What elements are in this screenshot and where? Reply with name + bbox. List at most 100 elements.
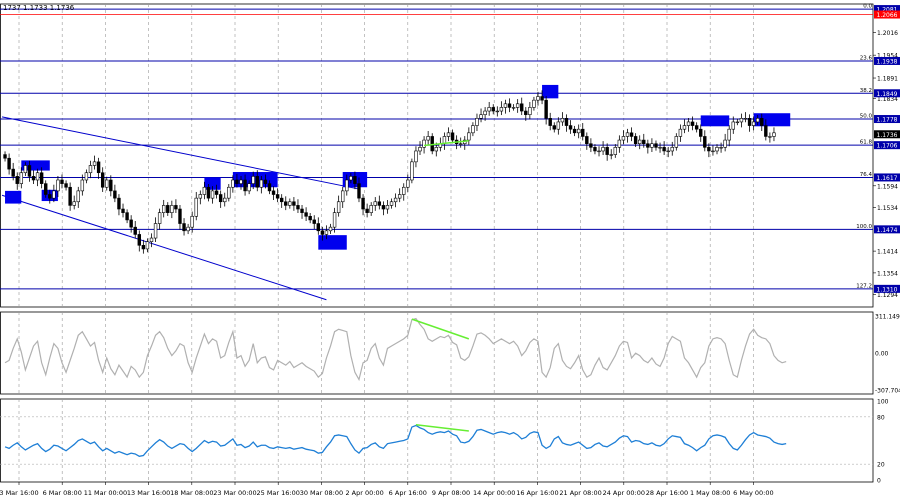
candle [450, 132, 455, 141]
candle [629, 132, 634, 137]
candle [597, 150, 601, 153]
candle [471, 125, 475, 134]
candle [296, 205, 300, 210]
chart-canvas[interactable]: 0.0 23.6 38.2 50.0 61.8 76.4 100.0 127.2 311.14… [0, 0, 900, 500]
candle [320, 230, 325, 235]
candle [271, 190, 276, 195]
candle [279, 197, 284, 203]
candle [389, 201, 394, 206]
candle [515, 103, 520, 108]
candle [284, 201, 288, 206]
candle [735, 121, 740, 124]
candle [715, 147, 719, 152]
candle [190, 215, 194, 228]
fib-ratio-label: 61.8 [860, 140, 873, 146]
time-label: 1 May 08:00 [690, 489, 730, 497]
candle [540, 96, 544, 101]
price-level-label: 1.1938 [877, 58, 898, 65]
candle [621, 136, 626, 141]
candle [760, 118, 764, 126]
candle [377, 201, 382, 206]
candle [223, 197, 227, 203]
candle [288, 201, 292, 206]
candle [654, 143, 658, 148]
candle [768, 136, 772, 138]
candle [52, 190, 56, 199]
candle [536, 96, 540, 101]
candle [35, 172, 40, 181]
cci-tick-label: 0.00 [875, 351, 889, 358]
time-label: 24 Apr 00:00 [603, 489, 645, 497]
rsi-tick-label: 0 [877, 478, 881, 485]
candle [72, 201, 76, 206]
candle [259, 179, 264, 188]
candle [520, 103, 524, 112]
candle [292, 201, 296, 206]
candle [650, 143, 654, 148]
candle [564, 118, 569, 126]
candle [153, 223, 158, 239]
candle [617, 139, 622, 148]
candle [109, 179, 113, 192]
candle [678, 128, 683, 137]
candle [475, 118, 479, 126]
candle [231, 179, 235, 188]
candle [80, 179, 85, 192]
candle [56, 179, 60, 192]
candle [267, 183, 272, 192]
candle [658, 147, 662, 149]
candle [642, 139, 646, 145]
candle [324, 230, 329, 235]
candle [3, 154, 7, 159]
candle [100, 172, 105, 188]
candle [210, 190, 215, 199]
candle [483, 110, 487, 115]
candle [96, 161, 101, 174]
time-label: 11 Mar 00:00 [84, 489, 127, 497]
candle [308, 215, 312, 221]
candle [369, 205, 373, 213]
candle [674, 136, 679, 148]
candle [227, 186, 231, 199]
candle [723, 139, 727, 148]
candle [7, 157, 11, 170]
candle [576, 128, 581, 134]
candle [255, 176, 259, 188]
time-label: 13 Mar 16:00 [127, 489, 170, 497]
candle [772, 132, 776, 137]
candle [23, 165, 28, 174]
candle [731, 121, 735, 130]
candle [15, 176, 19, 184]
candle [585, 136, 589, 145]
highlight-box [5, 190, 22, 204]
candle [402, 186, 406, 195]
candle [605, 147, 609, 155]
time-label: 23 Mar 00:00 [213, 489, 256, 497]
candle [524, 110, 528, 115]
candle [357, 183, 361, 199]
candle [528, 107, 532, 115]
candle [76, 190, 80, 203]
trading-chart-window: 0.0 23.6 38.2 50.0 61.8 76.4 100.0 127.2 311.14… [0, 0, 900, 500]
time-label: 6 Apr 16:00 [389, 489, 427, 497]
candle [44, 183, 48, 195]
time-label: 25 Mar 16:00 [256, 489, 299, 497]
candle [479, 114, 483, 119]
highlight-box [700, 115, 730, 127]
candle [174, 205, 178, 210]
current-price-label: 1.1736 [877, 132, 898, 139]
candle [137, 234, 141, 246]
time-label: 2 Apr 00:00 [345, 489, 383, 497]
candle [727, 128, 731, 141]
candle [581, 128, 585, 137]
candle [349, 176, 353, 181]
candle [625, 132, 630, 137]
candle [487, 107, 491, 112]
fib-ratio-label: 23.6 [860, 55, 873, 61]
candle [743, 118, 748, 120]
candle [162, 205, 166, 213]
candle [166, 205, 170, 213]
candle [572, 128, 577, 134]
price-level-label: 1.1706 [877, 143, 898, 150]
candle [243, 179, 247, 192]
